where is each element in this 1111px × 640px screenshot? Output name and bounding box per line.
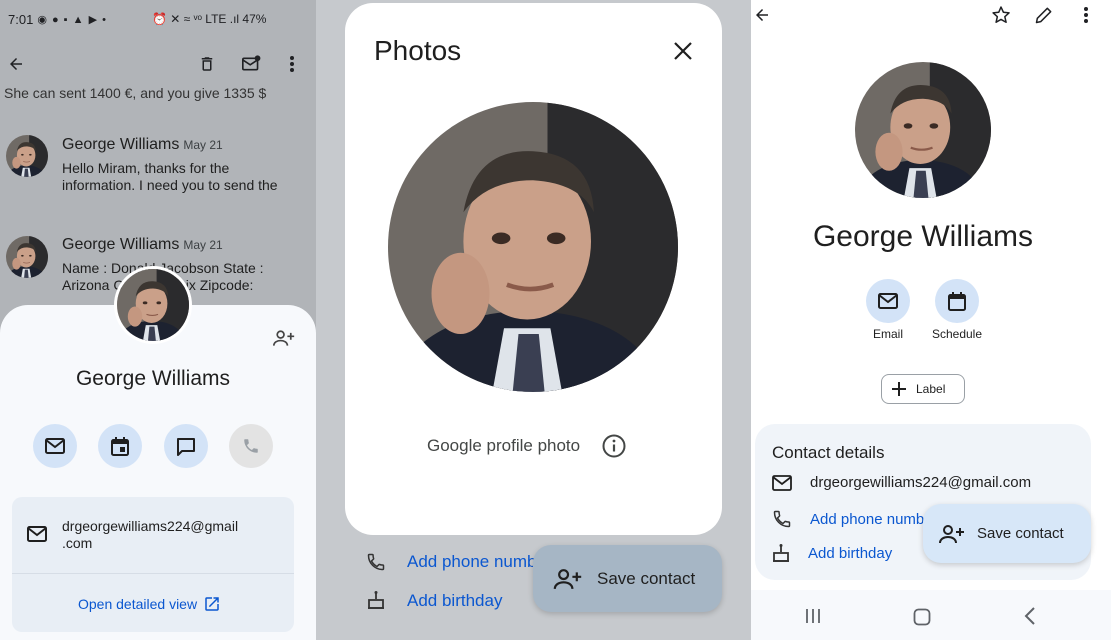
schedule-action-button[interactable] bbox=[935, 279, 979, 323]
email-action-label: Email bbox=[872, 327, 903, 341]
calendar-action-button[interactable] bbox=[98, 424, 142, 468]
contact-email[interactable]: drgeorgewilliams224@gmail .com bbox=[62, 518, 262, 552]
label-chip-text: Label bbox=[916, 382, 946, 396]
open-detailed-view-link[interactable]: Open detailed view bbox=[78, 595, 221, 613]
add-birthday-row[interactable]: Add birthday bbox=[772, 543, 892, 563]
add-label-button[interactable]: Label bbox=[881, 374, 965, 404]
add-contact-icon bbox=[939, 524, 964, 543]
sender-avatar bbox=[6, 135, 48, 177]
add-birthday-link: Add birthday bbox=[808, 544, 893, 562]
photos-dialog: Photos Google profile photo bbox=[345, 3, 722, 535]
save-contact-button[interactable]: Save contact bbox=[923, 504, 1091, 563]
more-options-icon[interactable] bbox=[1077, 3, 1095, 27]
email-action-button[interactable] bbox=[33, 424, 77, 468]
save-contact-label: Save contact bbox=[977, 525, 1064, 542]
contact-name: George Williams bbox=[812, 220, 1034, 253]
more-options-icon[interactable] bbox=[282, 53, 302, 75]
close-icon[interactable] bbox=[671, 39, 695, 63]
notification-icons: ◉ ● ▪ ▲ ▶ • bbox=[37, 14, 107, 26]
plus-icon bbox=[892, 382, 906, 396]
partial-message-text: She can sent 1400 €, and you give 1335 $ bbox=[4, 85, 267, 101]
add-birthday-link[interactable]: Add birthday bbox=[407, 591, 502, 611]
sender-name: George Williams bbox=[62, 136, 180, 153]
photo-dialog-panel: Add phone numb Add birthday Save contact… bbox=[316, 0, 751, 640]
add-phone-link[interactable]: Add phone numb bbox=[407, 552, 537, 572]
save-contact-button[interactable]: Save contact bbox=[533, 545, 722, 612]
edit-icon[interactable] bbox=[1032, 3, 1056, 27]
calendar-icon bbox=[948, 291, 966, 311]
email-action-button[interactable] bbox=[866, 279, 910, 323]
calendar-icon bbox=[111, 436, 129, 456]
status-right-icons: ⏰ ✕ ≈ ᵛᵒ LTE .ıl 47% bbox=[152, 12, 267, 26]
contact-info-card: drgeorgewilliams224@gmail .com Open deta… bbox=[12, 497, 294, 632]
sender-avatar bbox=[6, 236, 48, 278]
mark-unread-icon[interactable] bbox=[239, 53, 263, 75]
cake-icon bbox=[773, 544, 789, 562]
email-snippet: Hello Miram, thanks for the information.… bbox=[62, 160, 278, 193]
contact-detail-panel: George Williams Email Schedule Label Con… bbox=[751, 0, 1111, 640]
contact-details-heading: Contact details bbox=[772, 443, 885, 462]
contact-bottom-sheet: George Williams drgeorgewilliams224@gmai… bbox=[0, 305, 316, 640]
schedule-action-label: Schedule bbox=[931, 327, 983, 341]
email-date: May 21 bbox=[183, 138, 223, 152]
phone-icon bbox=[773, 510, 791, 528]
back-arrow-icon[interactable] bbox=[751, 4, 773, 26]
email-date: May 21 bbox=[183, 238, 223, 252]
add-phone-row[interactable]: Add phone numb bbox=[772, 509, 924, 529]
status-time: 7:01 bbox=[8, 12, 34, 27]
add-contact-icon bbox=[553, 568, 582, 589]
mail-icon bbox=[45, 438, 65, 454]
chat-action-button[interactable] bbox=[164, 424, 208, 468]
mail-toolbar bbox=[0, 50, 316, 80]
add-contact-icon[interactable] bbox=[271, 327, 297, 349]
dialog-title: Photos bbox=[374, 35, 462, 66]
contact-avatar[interactable] bbox=[855, 62, 991, 198]
contact-top-bar bbox=[751, 0, 1111, 30]
contact-avatar bbox=[114, 266, 192, 344]
mail-icon bbox=[772, 474, 792, 491]
profile-photo bbox=[388, 102, 678, 392]
open-detailed-view-label: Open detailed view bbox=[78, 596, 198, 612]
mail-icon bbox=[878, 293, 898, 309]
open-in-new-icon bbox=[205, 597, 219, 611]
mail-icon bbox=[26, 525, 48, 543]
back-arrow-icon[interactable] bbox=[5, 53, 27, 75]
photo-caption: Google profile photo bbox=[427, 436, 581, 455]
call-action-button[interactable] bbox=[229, 424, 273, 468]
divider bbox=[12, 573, 294, 574]
status-bar: 7:01 ◉ ● ▪ ▲ ▶ • ⏰ ✕ ≈ ᵛᵒ LTE .ıl 47% bbox=[8, 12, 266, 27]
contact-name: George Williams bbox=[75, 367, 231, 390]
back-nav-icon[interactable] bbox=[1020, 606, 1040, 626]
star-icon[interactable] bbox=[989, 3, 1013, 27]
cake-icon bbox=[365, 589, 387, 611]
info-icon[interactable] bbox=[601, 433, 627, 459]
chat-icon bbox=[177, 437, 195, 456]
contact-email: drgeorgewilliams224@gmail.com bbox=[810, 474, 1032, 491]
phone-icon bbox=[244, 439, 258, 453]
system-nav-bar bbox=[751, 590, 1111, 640]
add-phone-link: Add phone numb bbox=[810, 510, 925, 528]
contact-email-line1: drgeorgewilliams224@gmail bbox=[62, 518, 239, 534]
delete-icon[interactable] bbox=[196, 53, 218, 75]
email-row[interactable]: drgeorgewilliams224@gmail.com bbox=[772, 474, 1031, 491]
gmail-panel: 7:01 ◉ ● ▪ ▲ ▶ • ⏰ ✕ ≈ ᵛᵒ LTE .ıl 47% Sh… bbox=[0, 0, 316, 640]
contact-email-line2: .com bbox=[62, 535, 93, 551]
home-icon[interactable] bbox=[911, 606, 933, 628]
phone-icon bbox=[365, 551, 387, 573]
email-list-item[interactable]: George Williams May 21 Hello Miram, thank… bbox=[0, 116, 316, 216]
save-contact-label: Save contact bbox=[597, 568, 696, 588]
sender-name: George Williams bbox=[62, 236, 180, 253]
recent-apps-icon[interactable] bbox=[803, 606, 823, 626]
